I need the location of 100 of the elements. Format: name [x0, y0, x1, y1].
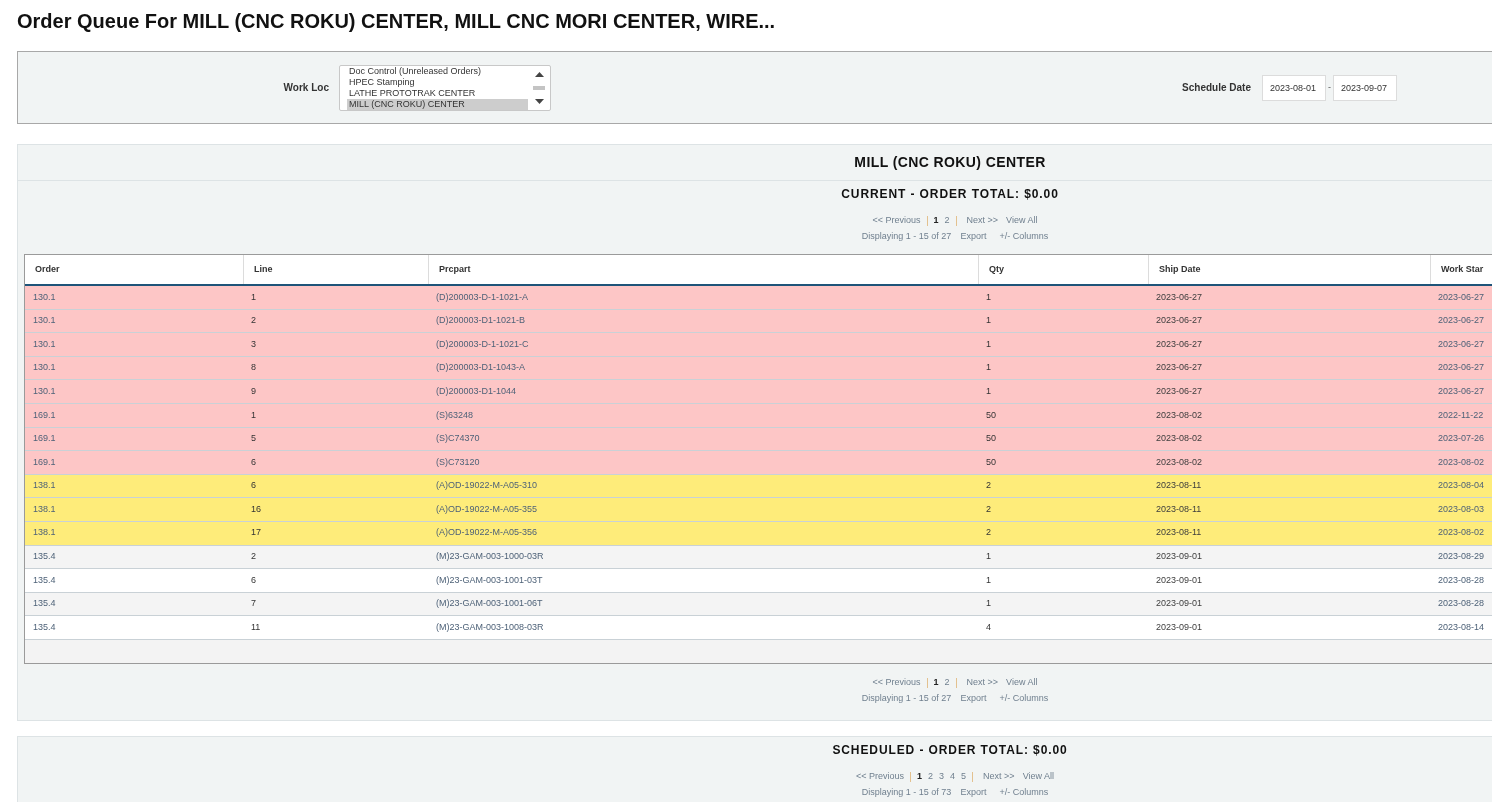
table-cell-text: 2023-08-02 — [1155, 408, 1204, 422]
table-cell-text: 2023-08-29 — [1437, 550, 1486, 564]
export-link[interactable]: Export — [960, 230, 987, 244]
section-title: CURRENT - ORDER TOTAL: $0.00 — [841, 186, 1059, 203]
table-cell-text: 2023-09-01 — [1155, 597, 1204, 611]
table-cell-text: 169.1 — [32, 455, 57, 469]
table-cell-text: 5 — [250, 432, 257, 446]
column-header: Prcpart — [428, 255, 978, 284]
table-cell-text: 1 — [985, 597, 992, 611]
table-cell-text: 50 — [985, 432, 997, 446]
table-cell-text: 138.1 — [32, 502, 57, 516]
table-cell-text: 2023-08-11 — [1155, 502, 1203, 516]
scroll-up-icon[interactable] — [534, 71, 544, 77]
table-cell-text: 6 — [250, 479, 257, 493]
previous-link[interactable]: << Previous — [872, 214, 921, 228]
table-cell-text: (S)C74370 — [435, 432, 481, 446]
scrollbar-thumb[interactable] — [533, 85, 545, 90]
table-cell-text: 9 — [250, 384, 257, 398]
next-link[interactable]: Next >> — [983, 770, 1015, 784]
page-link[interactable]: 2 — [928, 770, 934, 784]
table-cell-text: (M)23-GAM-003-1000-03R — [435, 550, 545, 564]
column-header: Qty — [978, 255, 1148, 284]
listbox[interactable]: Doc Control (Unreleased Orders) HPEC Stamping LATHE PROTOTRAK CENTER MILL (CNC ROKU) CENTER — [339, 64, 551, 111]
view-all-link[interactable]: View All — [1006, 214, 1038, 228]
table-cell-text: 2023-08-14 — [1437, 620, 1486, 634]
date-field[interactable]: 2023-09-07 — [1333, 74, 1397, 101]
section-title: SCHEDULED - ORDER TOTAL: $0.00 — [832, 741, 1068, 759]
record-count: Displaying 1 - 15 of 27 — [861, 230, 952, 244]
table-cell-text: 138.1 — [32, 526, 57, 540]
table-cell-text: (M)23-GAM-003-1001-03T — [435, 573, 544, 587]
table-cell-text: 11 — [250, 620, 262, 634]
page-link[interactable]: 4 — [950, 770, 956, 784]
table-cell-text: 138.1 — [32, 479, 57, 493]
column-header: Line — [243, 255, 428, 284]
scroll-down-icon[interactable] — [534, 98, 544, 104]
table-cell-text: 130.1 — [32, 361, 57, 375]
export-link[interactable]: Export — [960, 786, 987, 800]
previous-link[interactable]: << Previous — [856, 770, 905, 784]
table-cell-text: (D)200003-D-1-1021-C — [435, 337, 530, 351]
table-cell-text: 135.4 — [32, 573, 57, 587]
table-cell-text: 2 — [985, 479, 992, 493]
field-label: Schedule Date — [1182, 81, 1251, 95]
table-cell-text: 2 — [250, 550, 257, 564]
table-cell-text: 2023-08-11 — [1155, 479, 1203, 493]
view-all-link[interactable]: View All — [1022, 770, 1054, 784]
table-cell-text: 7 — [250, 597, 257, 611]
page-link[interactable]: 1 — [917, 770, 923, 784]
next-link[interactable]: Next >> — [966, 676, 999, 690]
page-link[interactable]: 5 — [961, 770, 967, 784]
table-cell-text: 2 — [985, 526, 992, 540]
table-cell-text: 2023-06-27 — [1437, 314, 1486, 328]
page-link[interactable]: 1 — [933, 214, 939, 228]
table-cell-text: 2023-09-01 — [1155, 573, 1204, 587]
table-cell-text: 2023-08-11 — [1155, 526, 1203, 540]
list-option[interactable]: MILL (CNC ROKU) CENTER — [347, 98, 528, 110]
table-cell-text: (M)23-GAM-003-1008-03R — [435, 620, 545, 634]
columns-link[interactable]: +/- Columns — [999, 230, 1049, 244]
table-cell-text: (S)C73120 — [435, 455, 481, 469]
table-cell-text: 2023-08-28 — [1437, 597, 1486, 611]
table-cell-text: 135.4 — [32, 597, 57, 611]
table-cell-text: 2023-07-26 — [1437, 432, 1486, 446]
table-cell-text: 1 — [985, 337, 992, 351]
table-cell-text: (D)200003-D1-1021-B — [435, 314, 527, 328]
table-cell-text: 2023-08-28 — [1437, 573, 1486, 587]
next-link[interactable]: Next >> — [966, 214, 999, 228]
page-link[interactable]: 2 — [944, 214, 950, 228]
table-cell-text: 2023-08-02 — [1155, 432, 1204, 446]
page-link[interactable]: 1 — [933, 676, 939, 690]
date-field[interactable]: 2023-08-01 — [1262, 74, 1326, 101]
table-cell-text: 1 — [250, 408, 257, 422]
page-link[interactable]: 2 — [944, 676, 950, 690]
column-header: Ship Date — [1148, 255, 1430, 284]
page-link[interactable]: 3 — [939, 770, 945, 784]
table-cell-text: 2023-06-27 — [1155, 314, 1204, 328]
columns-link[interactable]: +/- Columns — [999, 692, 1049, 706]
columns-link[interactable]: +/- Columns — [999, 786, 1049, 800]
table-cell-text: 130.1 — [32, 314, 57, 328]
table-cell-text: 169.1 — [32, 408, 57, 422]
table-cell-text: (D)200003-D1-1043-A — [435, 361, 527, 375]
table-cell-text: 50 — [985, 408, 997, 422]
table-cell-text: 2023-06-27 — [1155, 290, 1204, 304]
table-cell-text: 2023-08-02 — [1437, 455, 1486, 469]
export-link[interactable]: Export — [960, 692, 987, 706]
table-cell-text: (D)200003-D1-1044 — [435, 384, 518, 398]
previous-link[interactable]: << Previous — [872, 676, 921, 690]
work-center-title: MILL (CNC ROKU) CENTER — [854, 153, 1046, 172]
table-cell-text: 2023-08-04 — [1437, 479, 1486, 493]
table-cell-text: 2023-06-27 — [1155, 337, 1204, 351]
range-separator: - — [1328, 80, 1331, 94]
table-cell-text: (D)200003-D-1-1021-A — [435, 290, 530, 304]
table-cell-text: (A)OD-19022-M-A05-356 — [435, 526, 539, 540]
table-cell-text: 8 — [250, 361, 257, 375]
table-cell-text: 3 — [250, 337, 257, 351]
table-cell-text: 17 — [250, 526, 262, 540]
table-cell-text: 2023-06-27 — [1155, 384, 1204, 398]
view-all-link[interactable]: View All — [1006, 676, 1038, 690]
table-cell-text: 2023-06-27 — [1437, 290, 1486, 304]
table-cell-text: 1 — [985, 314, 992, 328]
table-cell-text: 169.1 — [32, 432, 57, 446]
record-count: Displaying 1 - 15 of 73 — [861, 786, 952, 800]
